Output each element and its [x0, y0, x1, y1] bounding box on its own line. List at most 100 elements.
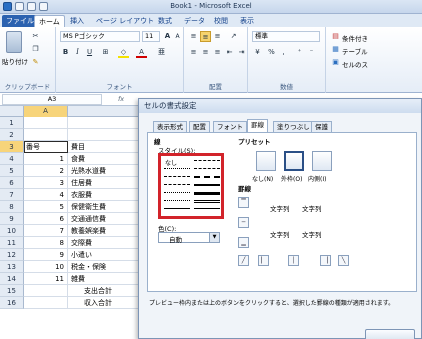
- conditional-format-button[interactable]: 条件付き: [342, 33, 368, 43]
- cell-a[interactable]: 10: [24, 261, 68, 273]
- cell-a[interactable]: [24, 297, 68, 309]
- line-style-option[interactable]: [194, 168, 220, 169]
- row-header[interactable]: 6: [0, 177, 24, 189]
- cell-a[interactable]: 3: [24, 177, 68, 189]
- row-header[interactable]: 11: [0, 237, 24, 249]
- tab-number-format[interactable]: 表示形式: [153, 121, 187, 132]
- row-header[interactable]: 13: [0, 261, 24, 273]
- align-middle-icon[interactable]: ≡: [200, 31, 211, 42]
- fx-icon[interactable]: fx: [118, 95, 124, 103]
- increase-decimal-icon[interactable]: ⁺: [294, 47, 305, 58]
- conditional-format-icon[interactable]: ▤: [330, 31, 341, 42]
- line-style-option[interactable]: [164, 168, 190, 169]
- row-header[interactable]: 5: [0, 165, 24, 177]
- border-middle-button[interactable]: ─: [238, 217, 249, 228]
- font-name-select[interactable]: MS Pゴシック: [60, 31, 140, 42]
- cell-styles-button[interactable]: セルのス: [342, 59, 368, 69]
- row-header[interactable]: 4: [0, 153, 24, 165]
- tab-formulas[interactable]: 数式: [154, 15, 176, 27]
- chevron-down-icon[interactable]: ▼: [209, 233, 219, 242]
- preset-none-button[interactable]: [256, 151, 276, 171]
- row-header[interactable]: 7: [0, 189, 24, 201]
- line-style-option[interactable]: [194, 200, 220, 203]
- align-right-icon[interactable]: ≡: [212, 47, 223, 58]
- tab-page-layout[interactable]: ページ レイアウト: [92, 15, 158, 27]
- border-preview[interactable]: 文字列 文字列 文字列 文字列: [258, 193, 334, 251]
- row-header[interactable]: 12: [0, 249, 24, 261]
- currency-icon[interactable]: ¥: [252, 47, 263, 58]
- cell-a[interactable]: [24, 285, 68, 297]
- row-header[interactable]: 10: [0, 225, 24, 237]
- row-header[interactable]: 14: [0, 273, 24, 285]
- line-style-none[interactable]: なし: [165, 158, 177, 167]
- cell-a[interactable]: 番号: [24, 141, 68, 153]
- row-header[interactable]: 15: [0, 285, 24, 297]
- row-header[interactable]: 2: [0, 129, 24, 141]
- name-box[interactable]: A3: [2, 94, 102, 105]
- line-style-option[interactable]: [194, 160, 220, 161]
- tab-data[interactable]: データ: [180, 15, 209, 27]
- line-style-option[interactable]: [194, 184, 220, 186]
- align-top-icon[interactable]: ≡: [188, 31, 199, 42]
- border-bottom-button[interactable]: ▁: [238, 237, 249, 248]
- tab-protection[interactable]: 保護: [311, 121, 332, 132]
- paste-label[interactable]: 貼り付け: [2, 56, 28, 66]
- preset-inside-button[interactable]: [312, 151, 332, 171]
- row-header[interactable]: 9: [0, 213, 24, 225]
- align-center-icon[interactable]: ≡: [200, 47, 211, 58]
- tab-fill[interactable]: 塗りつぶし: [273, 121, 314, 132]
- fill-color-icon[interactable]: ◇: [118, 47, 129, 58]
- line-style-option[interactable]: [164, 176, 190, 177]
- align-left-icon[interactable]: ≡: [188, 47, 199, 58]
- cell-styles-icon[interactable]: ▣: [330, 57, 341, 68]
- decrease-decimal-icon[interactable]: ⁻: [306, 47, 317, 58]
- preset-outline-button[interactable]: [284, 151, 304, 171]
- tab-file[interactable]: ファイル: [2, 15, 38, 27]
- border-icon[interactable]: ⊞: [100, 47, 111, 58]
- column-header-a[interactable]: A: [24, 106, 68, 117]
- row-header[interactable]: 3: [0, 141, 24, 153]
- row-header[interactable]: 1: [0, 117, 24, 129]
- font-color-button[interactable]: A: [136, 47, 147, 58]
- line-style-option[interactable]: [164, 208, 190, 209]
- tab-review[interactable]: 校閲: [210, 15, 232, 27]
- font-shrink-button[interactable]: A: [172, 31, 183, 42]
- tab-alignment[interactable]: 配置: [189, 121, 210, 132]
- phonetic-guide-button[interactable]: 亜: [156, 47, 167, 58]
- line-style-option[interactable]: [194, 192, 220, 195]
- italic-button[interactable]: I: [72, 47, 83, 58]
- decrease-indent-icon[interactable]: ⇤: [224, 47, 235, 58]
- cell-a[interactable]: 11: [24, 273, 68, 285]
- comma-icon[interactable]: ,: [278, 47, 289, 58]
- orientation-icon[interactable]: ↗: [228, 31, 239, 42]
- border-diag-down-button[interactable]: ╲: [338, 255, 349, 266]
- format-painter-icon[interactable]: ✎: [30, 57, 41, 68]
- line-style-list[interactable]: なし: [158, 153, 224, 219]
- align-bottom-icon[interactable]: ≡: [212, 31, 223, 42]
- ok-button[interactable]: [365, 329, 415, 339]
- font-size-select[interactable]: 11: [142, 31, 160, 42]
- bold-button[interactable]: B: [60, 47, 71, 58]
- cell-a[interactable]: 5: [24, 201, 68, 213]
- number-format-select[interactable]: 標準: [252, 31, 320, 42]
- table-format-icon[interactable]: ▦: [330, 44, 341, 55]
- cell-a[interactable]: 2: [24, 165, 68, 177]
- line-style-option[interactable]: [164, 200, 190, 201]
- copy-icon[interactable]: ❐: [30, 44, 41, 55]
- cell-a[interactable]: 9: [24, 249, 68, 261]
- tab-insert[interactable]: 挿入: [66, 15, 88, 27]
- line-style-option[interactable]: [164, 192, 190, 193]
- increase-indent-icon[interactable]: ⇥: [236, 47, 247, 58]
- select-all-button[interactable]: [0, 106, 24, 117]
- paste-icon[interactable]: [6, 31, 22, 53]
- tab-view[interactable]: 表示: [236, 15, 258, 27]
- cell-a[interactable]: 4: [24, 189, 68, 201]
- cell-a[interactable]: [24, 129, 68, 141]
- percent-icon[interactable]: %: [266, 47, 277, 58]
- tab-font[interactable]: フォント: [213, 121, 247, 132]
- line-style-option[interactable]: [194, 208, 220, 209]
- cell-a[interactable]: [24, 117, 68, 129]
- border-center-button[interactable]: │: [288, 255, 299, 266]
- table-format-button[interactable]: テーブル: [342, 46, 368, 56]
- line-color-select[interactable]: 自動 ▼: [158, 232, 220, 244]
